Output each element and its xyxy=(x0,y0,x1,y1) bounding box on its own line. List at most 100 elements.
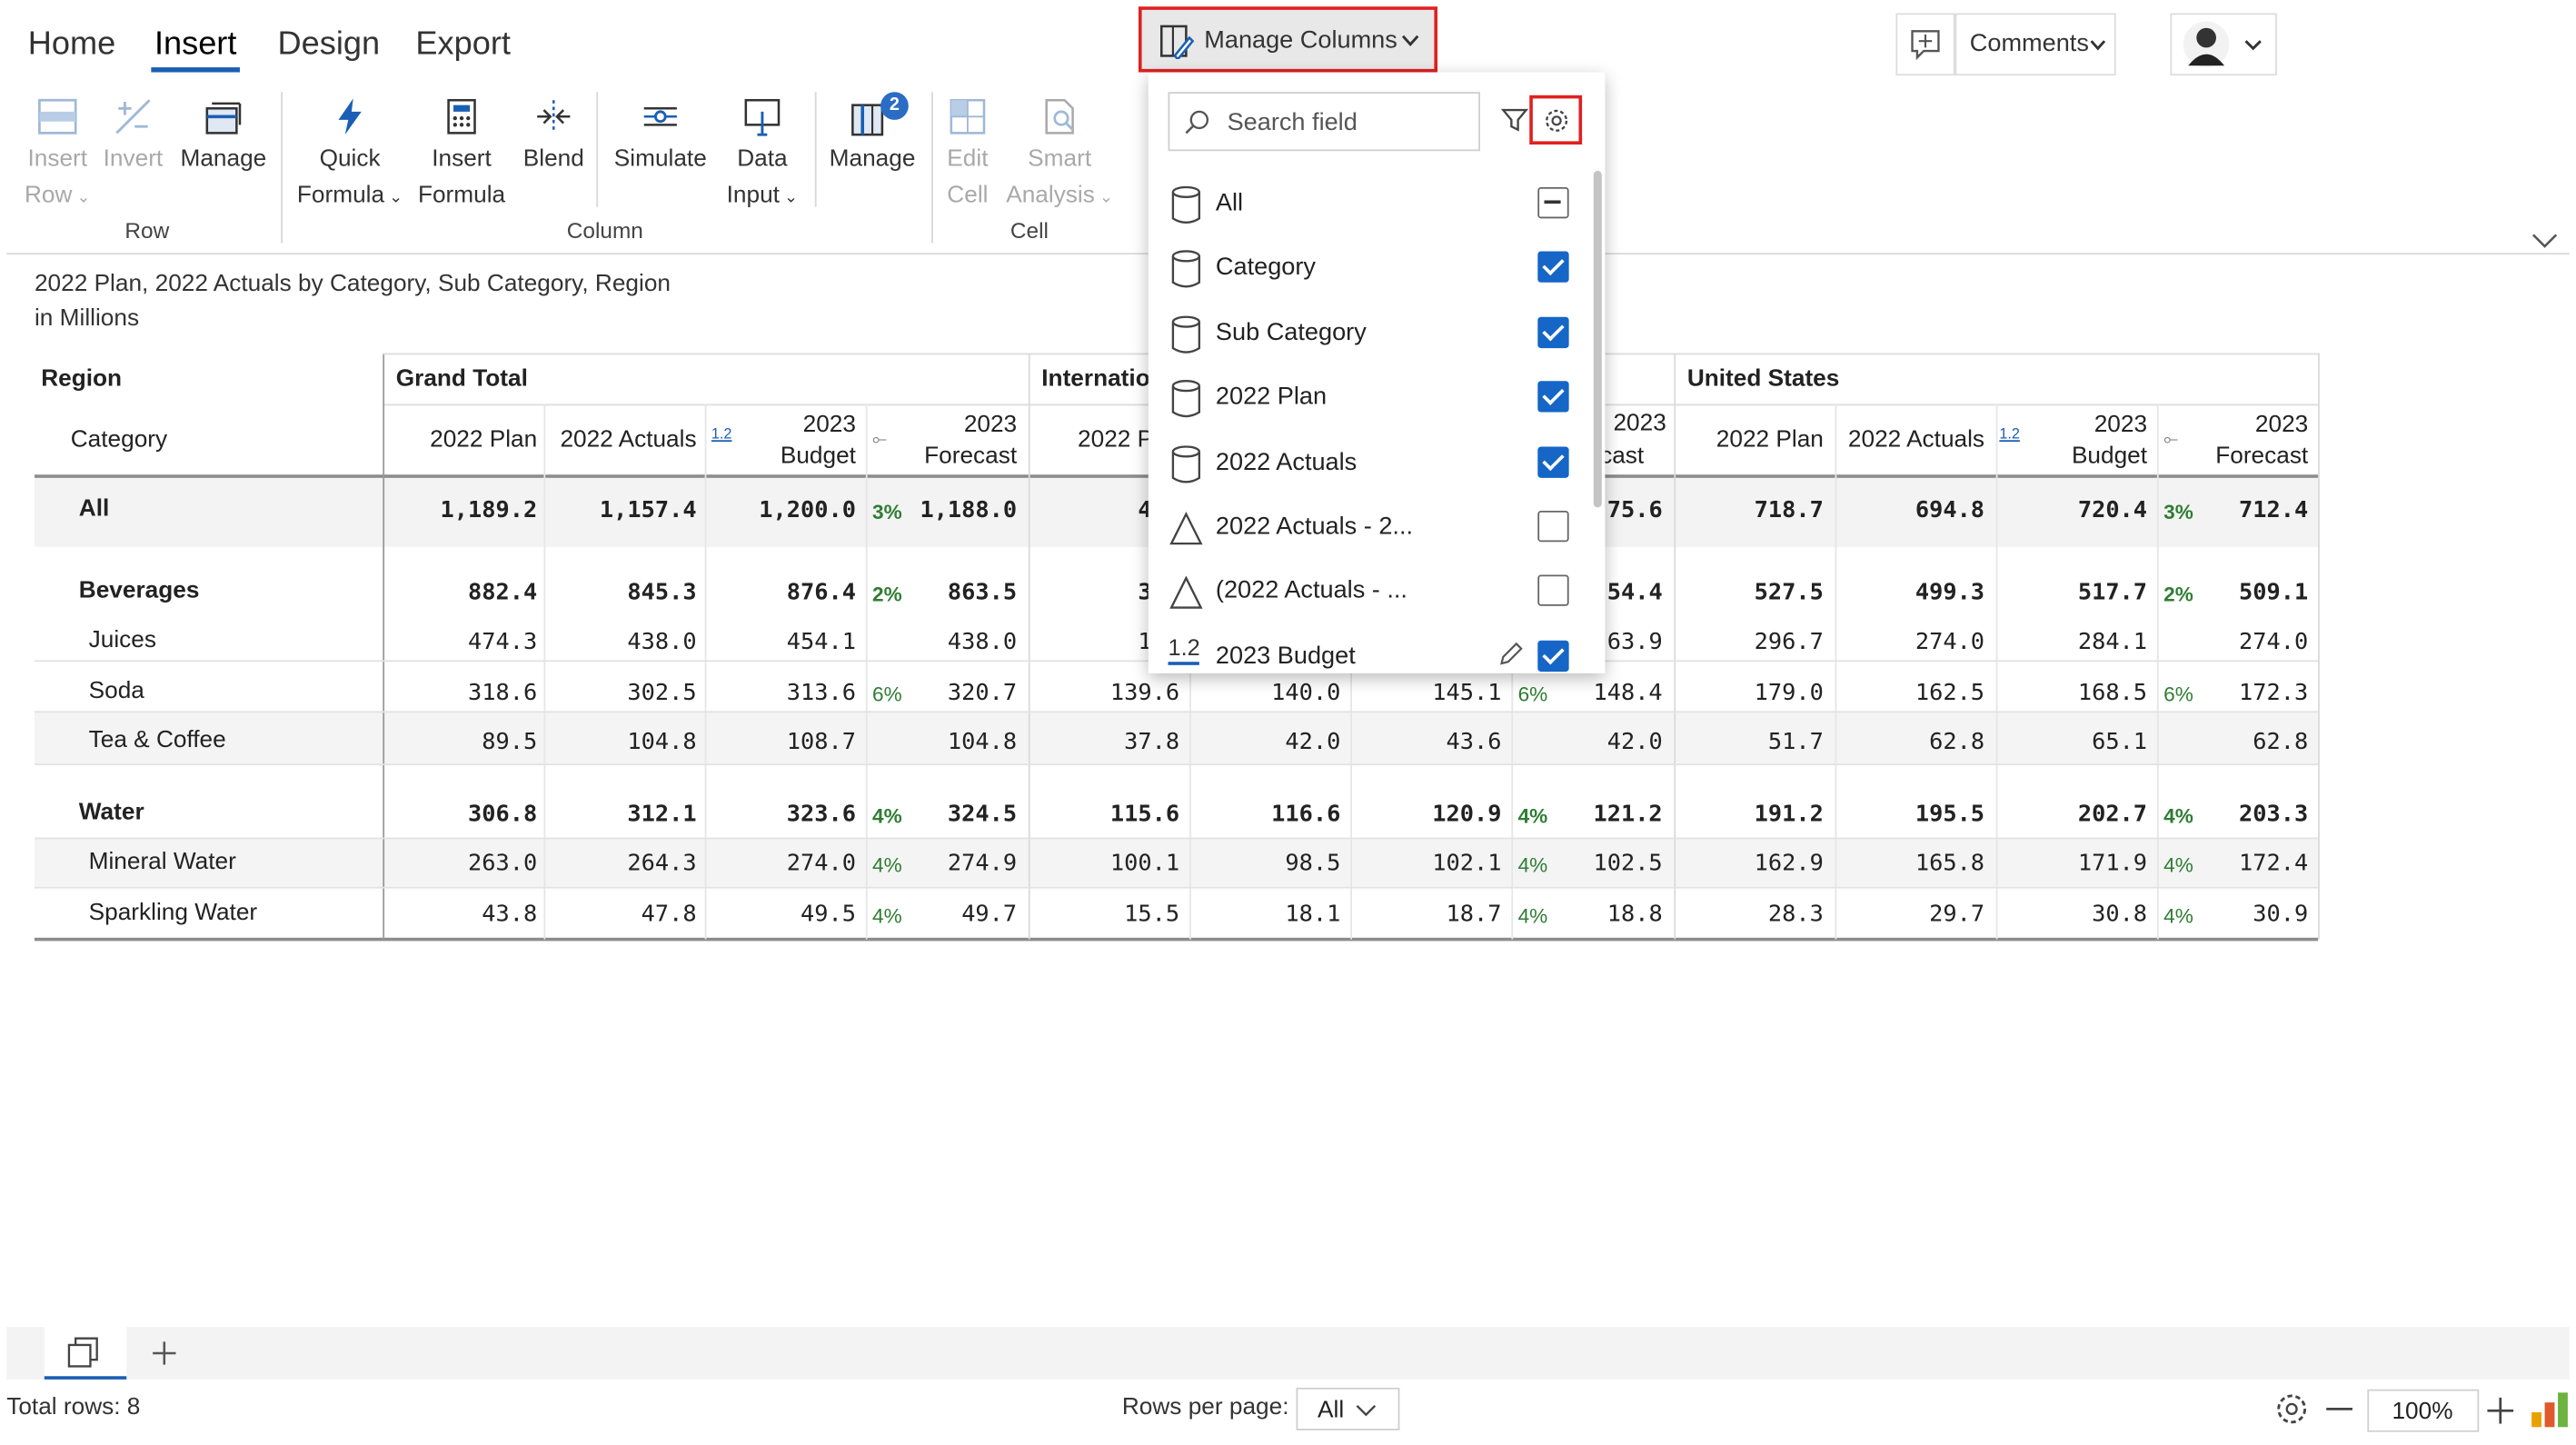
table-cell[interactable]: 1,189.2 xyxy=(389,498,538,524)
table-cell[interactable]: 47.8 xyxy=(549,902,697,928)
table-cell[interactable]: 527.5 xyxy=(1676,580,1824,606)
table-cell[interactable]: 104.8 xyxy=(869,729,1017,755)
table-cell[interactable]: 18.1 xyxy=(1193,902,1340,928)
table-cell[interactable]: 104.8 xyxy=(549,729,696,755)
column-header-2023-partial[interactable]: 2023 xyxy=(1613,411,1666,437)
table-cell[interactable]: 876.4 xyxy=(708,580,856,606)
column-checkbox[interactable] xyxy=(1537,640,1569,672)
table-cell[interactable]: 165.8 xyxy=(1836,851,1984,877)
table-cell[interactable]: 318.6 xyxy=(389,680,537,706)
column-list-item[interactable]: Category xyxy=(1149,242,1592,297)
add-sheet-icon[interactable] xyxy=(150,1339,180,1369)
table-cell[interactable]: 438.0 xyxy=(549,629,696,655)
table-cell[interactable]: 195.5 xyxy=(1836,802,1984,828)
table-cell[interactable]: 28.3 xyxy=(1676,902,1824,928)
column-header-2023-forecast[interactable]: 2023 Forecast xyxy=(919,411,1017,473)
column-checkbox[interactable] xyxy=(1537,381,1569,413)
zoom-field[interactable]: 100% xyxy=(2367,1389,2480,1432)
column-checkbox[interactable] xyxy=(1537,445,1569,478)
table-cell[interactable]: 145.1 xyxy=(1354,680,1501,706)
table-cell[interactable]: 171.9 xyxy=(1999,851,2147,877)
table-cell[interactable]: 438.0 xyxy=(869,629,1017,655)
table-cell[interactable]: 62.8 xyxy=(1836,729,1984,755)
column-checkbox[interactable] xyxy=(1537,252,1569,284)
table-cell[interactable]: 191.2 xyxy=(1676,802,1824,828)
table-cell[interactable]: 499.3 xyxy=(1836,580,1984,606)
settings-button[interactable] xyxy=(1529,95,1583,145)
table-cell[interactable]: 720.4 xyxy=(1999,498,2147,524)
column-list-item[interactable]: Sub Category xyxy=(1149,307,1592,363)
dropdown-scrollbar[interactable] xyxy=(1593,170,1602,508)
table-cell[interactable]: 718.7 xyxy=(1676,498,1824,524)
table-cell[interactable]: 296.7 xyxy=(1676,629,1824,655)
table-cell[interactable]: 179.0 xyxy=(1676,680,1824,706)
gear-icon[interactable] xyxy=(2273,1391,2310,1428)
table-cell[interactable]: 264.3 xyxy=(549,851,696,877)
table-cell[interactable]: 43.6 xyxy=(1354,729,1502,755)
table-cell[interactable]: 323.6 xyxy=(708,802,856,828)
table-cell[interactable]: 108.7 xyxy=(708,729,856,755)
sheet-tab[interactable] xyxy=(44,1327,127,1380)
table-cell[interactable]: 162.9 xyxy=(1676,851,1824,877)
table-cell[interactable]: 1,157.4 xyxy=(549,498,697,524)
table-cell[interactable]: 845.3 xyxy=(549,580,696,606)
row-label[interactable]: Sparkling Water xyxy=(89,900,258,926)
table-cell[interactable]: 65.1 xyxy=(1999,729,2147,755)
search-field[interactable]: Search field xyxy=(1168,92,1481,152)
row-label[interactable]: All xyxy=(79,496,110,523)
table-cell[interactable]: 1,200.0 xyxy=(708,498,856,524)
rows-per-page-select[interactable]: All xyxy=(1296,1387,1400,1430)
column-header-2022-plan[interactable]: 2022 Plan xyxy=(423,427,537,453)
table-cell[interactable]: 517.7 xyxy=(1999,580,2147,606)
table-cell[interactable]: 168.5 xyxy=(1999,680,2147,706)
column-header-2022-actuals[interactable]: 2022 Actuals xyxy=(549,427,696,453)
table-cell[interactable]: 313.6 xyxy=(708,680,856,706)
table-cell[interactable]: 98.5 xyxy=(1193,851,1340,877)
table-cell[interactable]: 162.5 xyxy=(1836,680,1984,706)
row-label[interactable]: Water xyxy=(79,800,144,826)
table-cell[interactable]: 30.8 xyxy=(1999,902,2147,928)
column-list-item[interactable]: 2022 Plan xyxy=(1149,372,1592,427)
table-cell[interactable]: 694.8 xyxy=(1836,498,1984,524)
column-checkbox[interactable] xyxy=(1537,510,1569,543)
table-cell[interactable]: 306.8 xyxy=(389,802,537,828)
column-checkbox[interactable] xyxy=(1537,575,1569,607)
row-label[interactable]: Beverages xyxy=(79,578,200,604)
table-cell[interactable]: 454.1 xyxy=(708,629,856,655)
table-cell[interactable]: 274.0 xyxy=(1836,629,1984,655)
table-cell[interactable]: 116.6 xyxy=(1193,802,1340,828)
row-label[interactable]: Mineral Water xyxy=(89,849,236,875)
table-cell[interactable]: 115.6 xyxy=(1031,802,1179,828)
table-cell[interactable]: 102.1 xyxy=(1354,851,1501,877)
table-cell[interactable]: 274.0 xyxy=(708,851,856,877)
column-list-item[interactable]: 1.2 2023 Budget xyxy=(1149,631,1592,673)
table-cell[interactable]: 42.0 xyxy=(1193,729,1340,755)
row-label[interactable]: Tea & Coffee xyxy=(89,728,226,754)
table-cell[interactable]: 120.9 xyxy=(1354,802,1501,828)
zoom-out-icon[interactable] xyxy=(2326,1408,2353,1411)
table-cell[interactable]: 140.0 xyxy=(1193,680,1340,706)
table-cell[interactable]: 312.1 xyxy=(549,802,696,828)
table-cell[interactable]: 15.5 xyxy=(1031,902,1179,928)
table-cell[interactable]: 18.7 xyxy=(1354,902,1502,928)
column-header-2022-actuals[interactable]: 2022 Actuals xyxy=(1836,427,1984,453)
table-cell[interactable]: 51.7 xyxy=(1676,729,1824,755)
table-cell[interactable]: 263.0 xyxy=(389,851,537,877)
column-header-2023-budget[interactable]: 2023 Budget xyxy=(2072,411,2147,473)
table-cell[interactable]: 202.7 xyxy=(1999,802,2147,828)
table-cell[interactable]: 274.0 xyxy=(2161,629,2308,655)
zoom-in-icon[interactable] xyxy=(2487,1397,2514,1424)
table-cell[interactable]: 29.7 xyxy=(1836,902,1984,928)
table-cell[interactable]: 62.8 xyxy=(2161,729,2308,755)
table-cell[interactable]: 89.5 xyxy=(389,729,537,755)
column-header-2022-plan-partial[interactable]: 2022 P xyxy=(1078,427,1153,453)
table-cell[interactable]: 302.5 xyxy=(549,680,696,706)
column-list-item[interactable]: (2022 Actuals - ... xyxy=(1149,565,1592,621)
row-label[interactable]: Juices xyxy=(89,627,156,653)
edit-pencil-icon[interactable] xyxy=(1498,640,1525,666)
table-cell[interactable]: 139.6 xyxy=(1031,680,1179,706)
column-checkbox[interactable] xyxy=(1537,316,1569,348)
column-checkbox[interactable] xyxy=(1537,186,1569,219)
table-cell[interactable]: 37.8 xyxy=(1031,729,1179,755)
table-cell[interactable]: 882.4 xyxy=(389,580,537,606)
